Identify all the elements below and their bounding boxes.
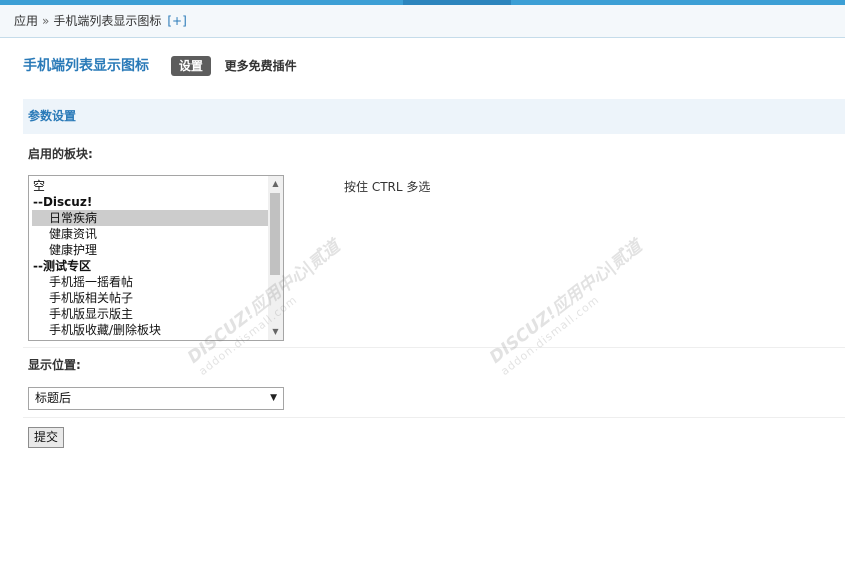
board-option[interactable]: 健康护理	[29, 242, 268, 258]
board-option[interactable]: --Discuz!	[29, 194, 268, 210]
listbox-scrollbar[interactable]: ▲ ▼	[268, 176, 283, 340]
board-option[interactable]: 手机版相关帖子	[29, 290, 268, 306]
breadcrumb-separator: »	[42, 14, 50, 28]
multiselect-hint: 按住 CTRL 多选	[344, 180, 431, 194]
tab-settings[interactable]: 设置	[170, 56, 211, 76]
boards-label: 启用的板块:	[28, 147, 93, 161]
board-option[interactable]: 健康资讯	[29, 226, 268, 242]
board-option[interactable]: 手机摇一摇看帖	[29, 274, 268, 290]
position-select[interactable]: 标题后 ▼	[28, 387, 284, 410]
watermark-text: DISCUZ!应用中心|贰道	[486, 236, 646, 368]
board-option[interactable]: --测试专区	[29, 258, 268, 274]
board-option[interactable]: 手机版收藏/删除板块	[29, 322, 268, 338]
plugin-header: 手机端列表显示图标 设置 更多免费插件	[23, 55, 297, 77]
plugin-title[interactable]: 手机端列表显示图标	[23, 55, 149, 77]
position-label: 显示位置:	[28, 358, 81, 372]
submit-button[interactable]: 提交	[28, 427, 65, 448]
breadcrumb-expand-link[interactable]: [+]	[167, 14, 186, 28]
section-header: 参数设置	[23, 99, 845, 134]
divider	[23, 417, 845, 418]
scrollbar-thumb[interactable]	[270, 193, 280, 275]
divider	[23, 347, 845, 348]
board-option[interactable]: 日常疾病	[32, 210, 268, 226]
breadcrumb-current: 手机端列表显示图标	[53, 14, 162, 28]
scroll-down-icon[interactable]: ▼	[268, 325, 283, 339]
breadcrumb-root-link[interactable]: 应用	[14, 14, 38, 28]
board-option[interactable]: 空	[29, 178, 268, 194]
boards-multiselect[interactable]: 空 --Discuz! 日常疾病 健康资讯 健康护理 --测试专区 手机摇一摇看帖 手机版相关…	[28, 175, 284, 341]
dropdown-arrow-icon: ▼	[270, 393, 277, 403]
watermark: DISCUZ!应用中心|贰道 addon.dismall.com	[486, 217, 684, 384]
boards-option-list: 空 --Discuz! 日常疾病 健康资讯 健康护理 --测试专区 手机摇一摇看帖 手机版相关…	[29, 178, 268, 338]
tab-more-plugins[interactable]: 更多免费插件	[225, 55, 297, 77]
scroll-up-icon[interactable]: ▲	[268, 177, 283, 191]
position-selected-value: 标题后	[35, 391, 72, 405]
breadcrumb: 应用 » 手机端列表显示图标 [+]	[0, 5, 845, 38]
board-option[interactable]: 手机版显示版主	[29, 306, 268, 322]
watermark-url: addon.dismall.com	[498, 293, 602, 379]
